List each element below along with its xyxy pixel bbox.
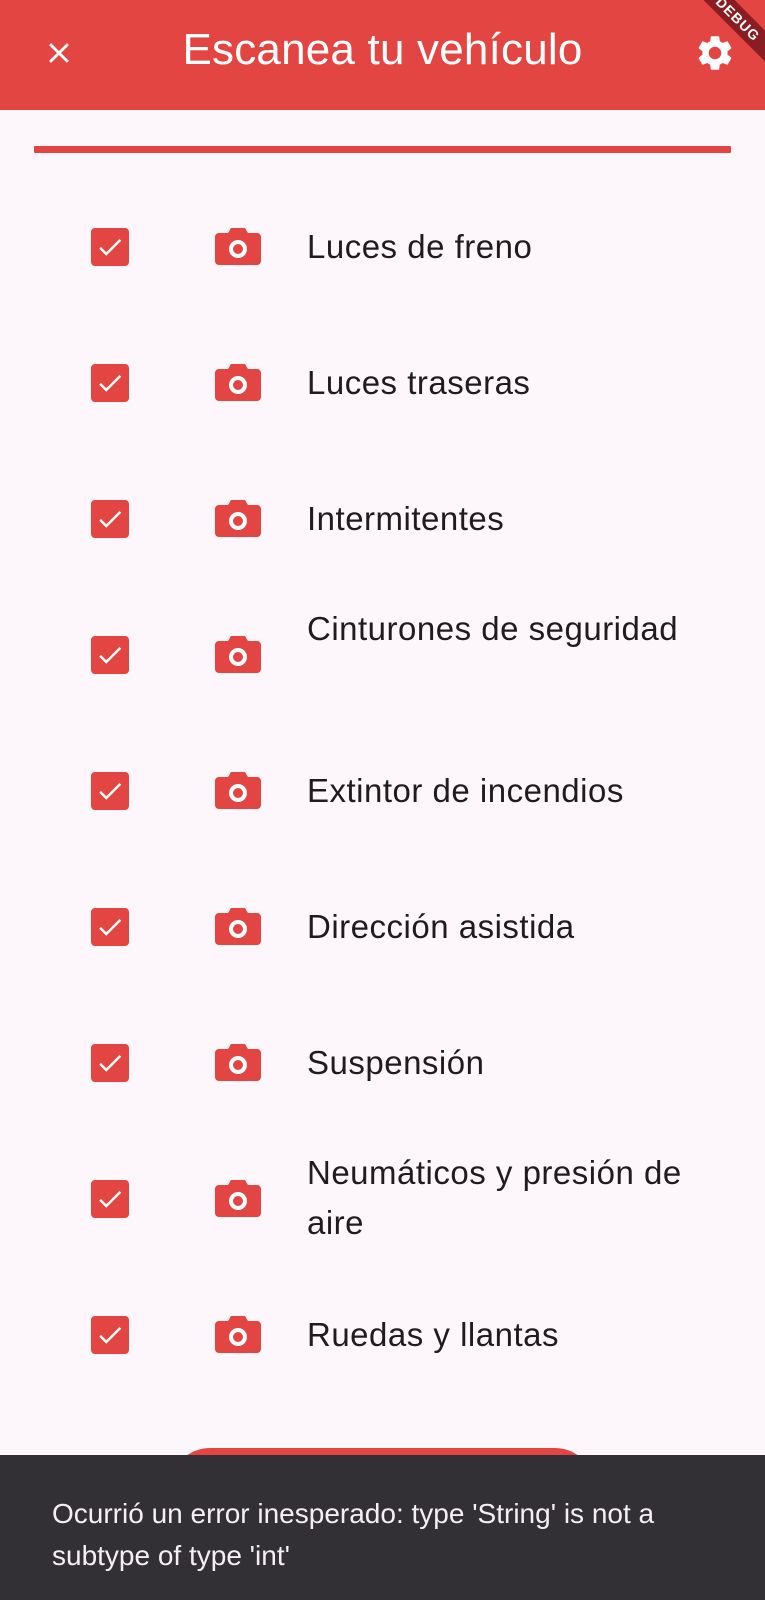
camera-icon <box>215 908 261 945</box>
item-label: Ruedas y llantas <box>307 1316 559 1353</box>
list-item: Dirección asistida <box>0 858 765 994</box>
page-title: Escanea tu vehículo <box>182 25 583 74</box>
checkbox[interactable] <box>91 908 129 946</box>
camera-button[interactable] <box>215 226 261 266</box>
check-icon <box>99 1326 122 1344</box>
camera-button[interactable] <box>215 906 261 946</box>
checkbox[interactable] <box>91 1180 129 1218</box>
list-item: Luces de freno <box>0 178 765 314</box>
check-icon <box>99 918 122 936</box>
item-label: Luces traseras <box>307 364 531 401</box>
camera-icon <box>215 500 261 537</box>
checkbox[interactable] <box>91 772 129 810</box>
list-item: Intermitentes <box>0 450 765 586</box>
check-icon <box>99 374 122 392</box>
checklist: Luces de freno Luces traseras Intermiten… <box>0 178 765 1402</box>
list-item: Ruedas y llantas <box>0 1266 765 1402</box>
camera-icon <box>215 772 261 809</box>
item-label: Intermitentes <box>307 500 505 537</box>
camera-button[interactable] <box>215 634 261 674</box>
checkbox[interactable] <box>91 1316 129 1354</box>
camera-icon <box>215 636 261 673</box>
list-item: Neumáticos y presión de aire <box>0 1130 765 1266</box>
check-icon <box>99 646 122 664</box>
camera-button[interactable] <box>215 362 261 402</box>
camera-icon <box>215 228 261 265</box>
list-item: Cinturones de seguridad <box>0 586 765 722</box>
checkbox[interactable] <box>91 500 129 538</box>
snackbar-message: Ocurrió un error inesperado: type 'Strin… <box>52 1498 655 1571</box>
item-label: Neumáticos y presión de aire <box>307 1154 682 1241</box>
progress-bar <box>34 146 731 153</box>
item-label: Luces de freno <box>307 228 533 265</box>
check-icon <box>99 1190 122 1208</box>
checkbox[interactable] <box>91 228 129 266</box>
camera-button[interactable] <box>215 1178 261 1218</box>
camera-button[interactable] <box>215 498 261 538</box>
camera-icon <box>215 1180 261 1217</box>
checkbox[interactable] <box>91 364 129 402</box>
check-icon <box>99 510 122 528</box>
check-icon <box>99 238 122 256</box>
checkbox[interactable] <box>91 636 129 674</box>
item-label: Suspensión <box>307 1044 485 1081</box>
camera-button[interactable] <box>215 1042 261 1082</box>
check-icon <box>99 1054 122 1072</box>
list-item: Luces traseras <box>0 314 765 450</box>
camera-icon <box>215 1316 261 1353</box>
list-item: Extintor de incendios <box>0 722 765 858</box>
error-snackbar: Ocurrió un error inesperado: type 'Strin… <box>0 1455 765 1600</box>
item-label: Dirección asistida <box>307 908 575 945</box>
item-label: Cinturones de seguridad <box>307 610 679 647</box>
app-bar: Escanea tu vehículo DEBUG <box>0 0 765 110</box>
camera-icon <box>215 364 261 401</box>
camera-button[interactable] <box>215 1314 261 1354</box>
camera-icon <box>215 1044 261 1081</box>
checkbox[interactable] <box>91 1044 129 1082</box>
settings-button[interactable] <box>690 28 740 78</box>
item-label: Extintor de incendios <box>307 772 624 809</box>
list-item: Suspensión <box>0 994 765 1130</box>
check-icon <box>99 782 122 800</box>
gear-icon <box>698 36 732 70</box>
camera-button[interactable] <box>215 770 261 810</box>
